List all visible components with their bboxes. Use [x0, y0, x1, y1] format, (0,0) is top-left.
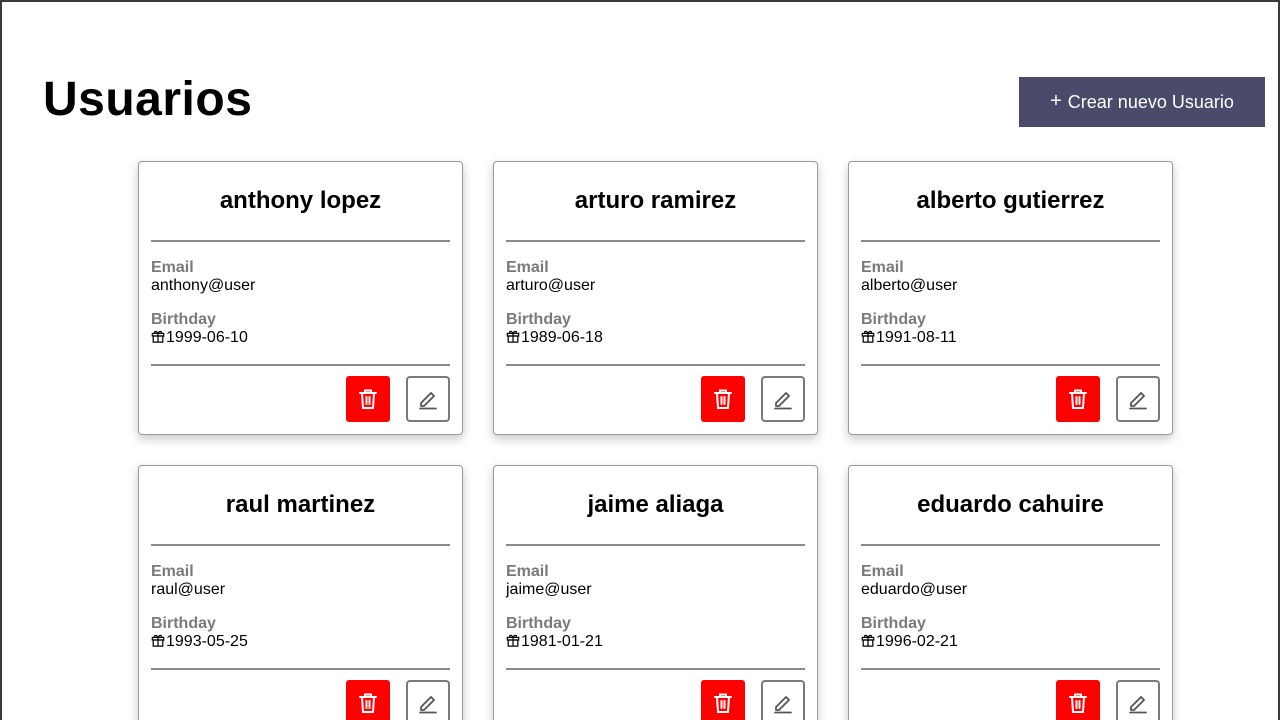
- gift-icon: [861, 634, 875, 647]
- delete-user-button[interactable]: [1056, 680, 1100, 720]
- user-birthday: 1993-05-25: [166, 633, 248, 650]
- plus-icon: +: [1050, 89, 1062, 112]
- email-label: Email: [861, 563, 904, 580]
- birthday-label: Birthday: [151, 615, 216, 632]
- user-birthday: 1981-01-21: [521, 633, 603, 650]
- user-email: jaime@user: [506, 581, 592, 598]
- user-card: arturo ramirez Email arturo@user Birthda…: [493, 161, 818, 435]
- user-birthday: 1999-06-10: [166, 329, 248, 346]
- email-label: Email: [861, 259, 904, 276]
- email-label: Email: [151, 563, 194, 580]
- pencil-icon: [1129, 392, 1147, 410]
- user-name: eduardo cahuire: [861, 466, 1160, 546]
- birthday-label: Birthday: [151, 311, 216, 328]
- trash-icon: [714, 693, 732, 713]
- pencil-icon: [774, 392, 792, 410]
- trash-icon: [1069, 693, 1087, 713]
- email-label: Email: [151, 259, 194, 276]
- gift-icon: [506, 634, 520, 647]
- edit-user-button[interactable]: [761, 376, 805, 422]
- birthday-label: Birthday: [861, 615, 926, 632]
- user-email: anthony@user: [151, 277, 256, 294]
- user-card: raul martinez Email raul@user Birthday 1…: [138, 465, 463, 720]
- trash-icon: [714, 389, 732, 409]
- user-name: jaime aliaga: [506, 466, 805, 546]
- user-name: arturo ramirez: [506, 162, 805, 242]
- gift-icon: [151, 330, 165, 343]
- edit-user-button[interactable]: [1116, 680, 1160, 720]
- pencil-icon: [419, 696, 437, 714]
- pencil-icon: [774, 696, 792, 714]
- user-email: eduardo@user: [861, 581, 968, 598]
- user-card: alberto gutierrez Email alberto@user Bir…: [848, 161, 1173, 435]
- email-label: Email: [506, 259, 549, 276]
- user-birthday: 1996-02-21: [876, 633, 958, 650]
- gift-icon: [151, 634, 165, 647]
- delete-user-button[interactable]: [701, 376, 745, 422]
- user-name: alberto gutierrez: [861, 162, 1160, 242]
- trash-icon: [359, 693, 377, 713]
- create-user-button-label: Crear nuevo Usuario: [1067, 91, 1234, 112]
- gift-icon: [506, 330, 520, 343]
- delete-user-button[interactable]: [701, 680, 745, 720]
- gift-icon: [861, 330, 875, 343]
- birthday-label: Birthday: [506, 311, 571, 328]
- edit-user-button[interactable]: [761, 680, 805, 720]
- delete-user-button[interactable]: [346, 376, 390, 422]
- user-card-grid: anthony lopez Email anthony@user Birthda…: [138, 161, 1174, 720]
- user-email: alberto@user: [861, 277, 958, 294]
- pencil-icon: [1129, 696, 1147, 714]
- edit-user-button[interactable]: [406, 680, 450, 720]
- user-card: jaime aliaga Email jaime@user Birthday 1…: [493, 465, 818, 720]
- user-birthday: 1991-08-11: [876, 329, 957, 346]
- pencil-icon: [419, 392, 437, 410]
- trash-icon: [1069, 389, 1087, 409]
- edit-user-button[interactable]: [406, 376, 450, 422]
- user-email: arturo@user: [506, 277, 596, 294]
- delete-user-button[interactable]: [346, 680, 390, 720]
- birthday-label: Birthday: [506, 615, 571, 632]
- app-window: Usuarios + Crear nuevo Usuario anthony l…: [0, 0, 1280, 720]
- page-title: Usuarios: [43, 73, 253, 126]
- create-user-button[interactable]: + Crear nuevo Usuario: [1019, 77, 1265, 127]
- user-name: anthony lopez: [151, 162, 450, 242]
- user-birthday: 1989-06-18: [521, 329, 603, 346]
- email-label: Email: [506, 563, 549, 580]
- trash-icon: [359, 389, 377, 409]
- birthday-label: Birthday: [861, 311, 926, 328]
- user-email: raul@user: [151, 581, 226, 598]
- delete-user-button[interactable]: [1056, 376, 1100, 422]
- user-card: eduardo cahuire Email eduardo@user Birth…: [848, 465, 1173, 720]
- edit-user-button[interactable]: [1116, 376, 1160, 422]
- user-name: raul martinez: [151, 466, 450, 546]
- user-card: anthony lopez Email anthony@user Birthda…: [138, 161, 463, 435]
